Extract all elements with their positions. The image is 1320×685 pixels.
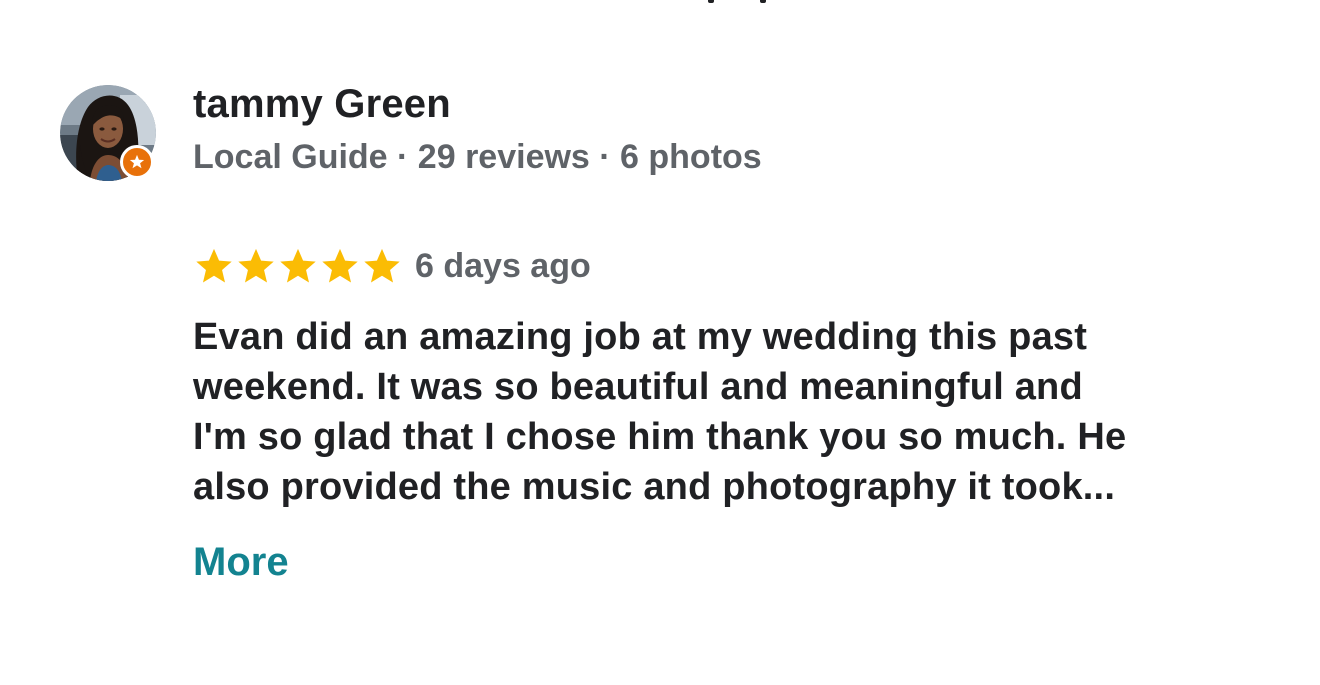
star-icon xyxy=(322,248,358,283)
star-icon xyxy=(238,248,274,283)
review-text-line: I'm so glad that I chose him thank you s… xyxy=(193,416,1127,458)
review-text-line: Evan did an amazing job at my wedding th… xyxy=(193,316,1088,358)
review-date: 6 days ago xyxy=(415,246,591,285)
review-text-line: also provided the music and photography … xyxy=(193,466,1116,508)
reviewer-meta: Local Guide · 29 reviews · 6 photos xyxy=(193,138,762,176)
star-icon xyxy=(280,248,316,283)
reviewer-name[interactable]: tammy Green xyxy=(193,82,451,127)
local-guide-badge xyxy=(120,145,154,179)
rating-row: 6 days ago xyxy=(193,244,591,288)
star-icon xyxy=(196,248,232,283)
review-text[interactable]: Evan did an amazing job at my wedding th… xyxy=(193,312,1283,512)
review-card: tammy Green Local Guide · 29 reviews · 6… xyxy=(0,0,1320,685)
star-rating xyxy=(193,245,403,287)
local-guide-star-icon xyxy=(129,154,145,169)
review-text-line: weekend. It was so beautiful and meaning… xyxy=(193,366,1083,408)
avatar[interactable] xyxy=(60,85,156,181)
previous-content-edge xyxy=(702,0,772,4)
star-icon xyxy=(364,248,400,283)
more-button[interactable]: More xyxy=(193,540,289,585)
